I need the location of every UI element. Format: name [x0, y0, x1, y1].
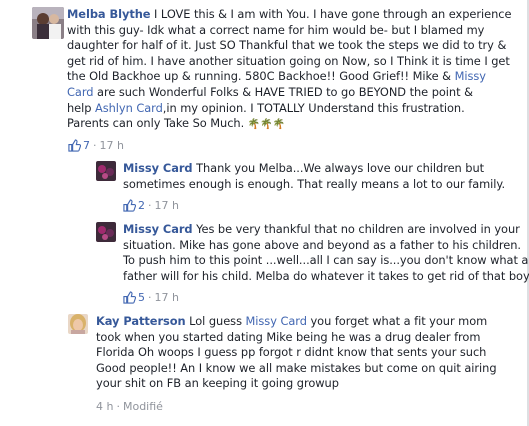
- mention-link[interactable]: Missy Card: [246, 314, 307, 328]
- avatar-photo: [96, 161, 116, 181]
- comment-text: the Old Backhoe up & running. 580C Backh…: [67, 69, 455, 84]
- avatar-photo: [96, 222, 116, 242]
- thumbs-up-icon: [123, 199, 136, 212]
- comment-text: get rid of him. I have another situation…: [67, 53, 510, 68]
- comment-text: father will for his child. Melba do what…: [123, 268, 529, 283]
- comment-text: Thank you Melba...We always love our chi…: [196, 161, 485, 175]
- avatar-photo: [32, 7, 64, 39]
- comment-line: Good people!! An I know we all make mist…: [96, 361, 524, 377]
- like-count: 5: [138, 291, 145, 304]
- timestamp[interactable]: 17 h: [100, 139, 124, 152]
- thumbs-up-icon: [123, 291, 136, 304]
- comment-body: Missy Card Thank you Melba...We always l…: [123, 161, 523, 192]
- author-name-link[interactable]: Missy Card: [123, 161, 193, 175]
- comment-text: your shit on FB an keeping it going grow…: [96, 376, 339, 391]
- timestamp[interactable]: 17 h: [155, 199, 179, 212]
- like-count-button[interactable]: 7: [68, 139, 90, 152]
- avatar-missy-card[interactable]: [96, 161, 116, 181]
- comment-meta: 5 · 17 h: [123, 291, 179, 304]
- comment-text: help: [67, 100, 95, 115]
- comment-text: you forget what a fit your mom: [306, 314, 488, 328]
- comment-text: situation. Mike has gone above and beyon…: [123, 237, 521, 252]
- edited-label[interactable]: Modifié: [123, 400, 163, 413]
- mention-link[interactable]: Missy: [455, 69, 486, 83]
- comment-text: sometimes enough is enough. That really …: [123, 176, 506, 191]
- comment-body: Missy Card Yes be very thankful that no …: [123, 222, 529, 285]
- avatar-melba-blythe[interactable]: [32, 7, 64, 39]
- comment-line: help Ashlyn Card,in my opinion. I TOTALL…: [67, 101, 527, 117]
- like-count: 7: [83, 139, 90, 152]
- comment-line: Melba Blythe I LOVE this & I am with You…: [67, 7, 527, 23]
- meta-separator: ·: [93, 139, 97, 152]
- comment-line: To push him to this point ...well...all …: [123, 253, 528, 269]
- author-name-link[interactable]: Missy Card: [123, 222, 193, 236]
- palm-tree-emoji-icon: 🌴🌴🌴: [247, 119, 285, 131]
- comment-line: Missy Card Thank you Melba...We always l…: [123, 161, 523, 177]
- comment-text: with this guy- Idk what a correct name f…: [67, 22, 485, 37]
- comment-line: sometimes enough is enough. That really …: [123, 177, 523, 193]
- comment-text: Good people!! An I know we all make mist…: [96, 360, 497, 375]
- comment-line: daughter for half of it. Just SO Thankfu…: [67, 38, 527, 54]
- avatar-kay-patterson[interactable]: [68, 314, 88, 334]
- comment-text: daughter for half of it. Just SO Thankfu…: [67, 38, 507, 53]
- comment-line: your shit on FB an keeping it going grow…: [96, 376, 524, 392]
- comment-meta: 2 · 17 h: [123, 199, 179, 212]
- thumbs-up-icon: [68, 139, 81, 152]
- comment-meta: 4 h · Modifié: [96, 400, 163, 413]
- comment-text: Parents can only Take So Much.: [67, 116, 248, 131]
- comment-line: the Old Backhoe up & running. 580C Backh…: [67, 69, 527, 85]
- meta-separator: ·: [148, 199, 152, 212]
- comment-text: Florida Oh woops I guess pp forgot r did…: [96, 345, 487, 360]
- comment-body: Kay Patterson Lol guess Missy Card you f…: [96, 314, 524, 392]
- comment-line: Parents can only Take So Much. 🌴🌴🌴: [67, 116, 527, 133]
- like-count: 2: [138, 199, 145, 212]
- comment-line: Florida Oh woops I guess pp forgot r did…: [96, 345, 524, 361]
- comment-line: Missy Card Yes be very thankful that no …: [123, 222, 523, 238]
- comment-text: Yes be very thankful that no children ar…: [196, 222, 520, 236]
- meta-separator: ·: [148, 291, 152, 304]
- comment-body: Melba Blythe I LOVE this & I am with You…: [67, 7, 527, 133]
- comment-text: I LOVE this & I am with You. I have gone…: [154, 7, 512, 21]
- comment-text: To push him to this point ...well...all …: [123, 253, 529, 268]
- comment-line: with this guy- Idk what a correct name f…: [67, 23, 527, 39]
- mention-link[interactable]: Ashlyn Card: [95, 101, 163, 115]
- comment-text: ,in my opinion. I TOTALLY Understand thi…: [162, 100, 465, 115]
- comment-line: father will for his child. Melba do what…: [123, 269, 529, 285]
- comment-line: situation. Mike has gone above and beyon…: [123, 238, 523, 254]
- comment-line: Kay Patterson Lol guess Missy Card you f…: [96, 314, 524, 330]
- like-count-button[interactable]: 5: [123, 291, 145, 304]
- comment-meta: 7 · 17 h: [68, 139, 124, 152]
- mention-link[interactable]: Card: [67, 85, 94, 99]
- comment-line: Card are such Wonderful Folks & HAVE TRI…: [67, 85, 527, 101]
- meta-separator: ·: [116, 400, 120, 413]
- comment-text: Lol guess: [189, 314, 246, 328]
- comment-line: took when you started dating Mike being …: [96, 330, 524, 346]
- comment-text: took when you started dating Mike being …: [96, 329, 481, 344]
- avatar-photo: [68, 314, 88, 334]
- like-count-button[interactable]: 2: [123, 199, 145, 212]
- avatar-missy-card[interactable]: [96, 222, 116, 242]
- comment-text: are such Wonderful Folks & HAVE TRIED to…: [93, 84, 473, 99]
- timestamp[interactable]: 4 h: [96, 400, 113, 413]
- comment-line: get rid of him. I have another situation…: [67, 54, 527, 70]
- author-name-link[interactable]: Melba Blythe: [67, 7, 151, 21]
- author-name-link[interactable]: Kay Patterson: [96, 314, 186, 328]
- timestamp[interactable]: 17 h: [155, 291, 179, 304]
